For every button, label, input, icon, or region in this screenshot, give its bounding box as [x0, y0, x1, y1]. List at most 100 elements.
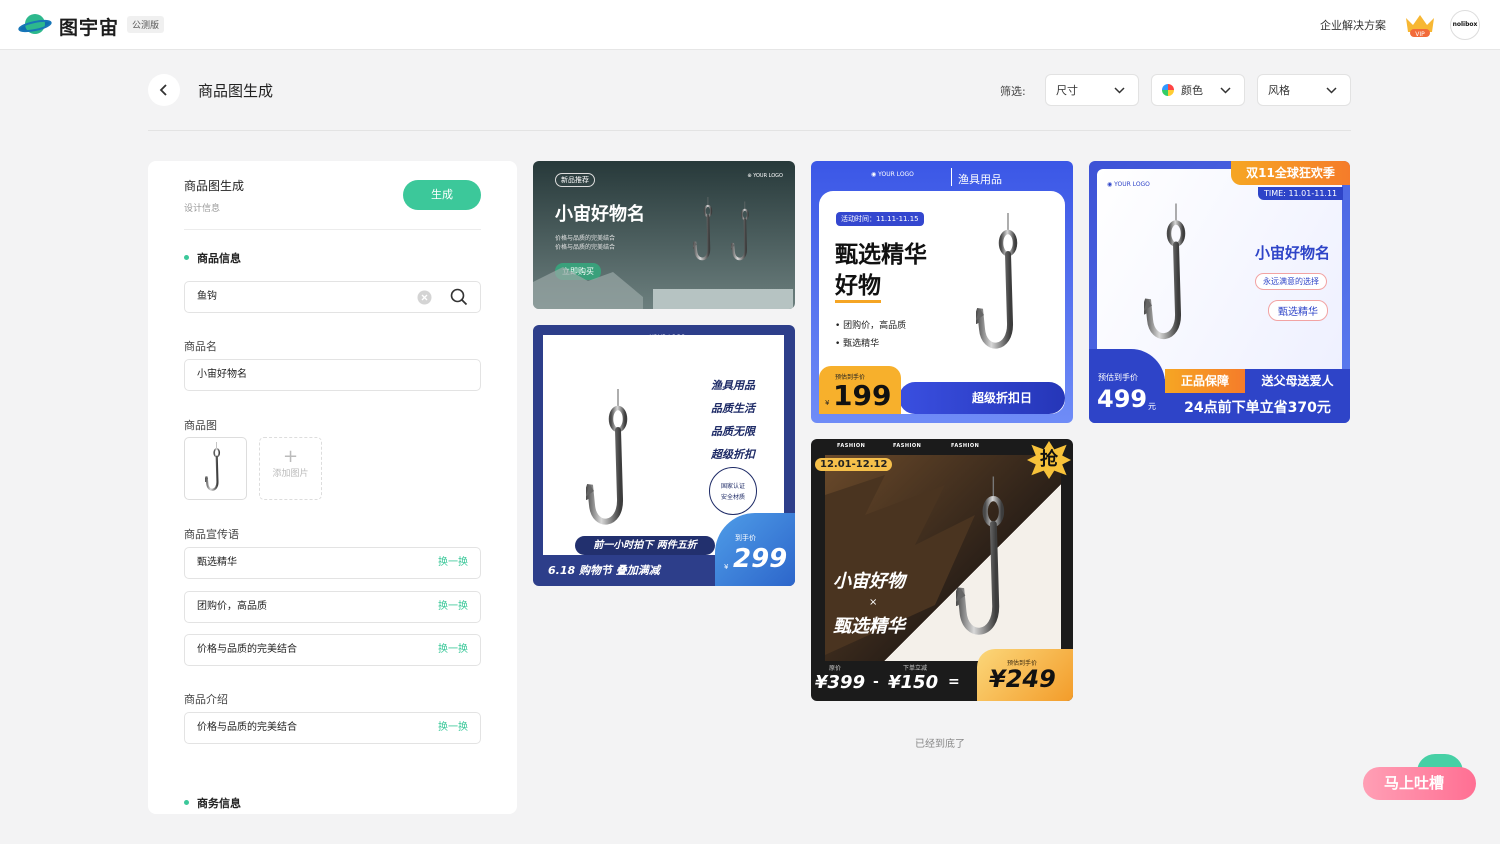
swap-button[interactable]: 换一换	[438, 635, 468, 665]
discount-label: 下单立减	[903, 665, 928, 672]
slogan-input-3[interactable]: 价格与品质的完美结合 换一换	[184, 634, 481, 666]
plus-icon: +	[282, 446, 299, 467]
slogan-input-2[interactable]: 团购价，高品质 换一换	[184, 591, 481, 623]
original-price-label: 原价	[829, 665, 842, 672]
minus-sign: -	[873, 674, 879, 690]
style-filter-select[interactable]: 风格	[1257, 74, 1351, 106]
beta-badge: 公测版	[127, 16, 165, 33]
enterprise-solutions-link[interactable]: 企业解决方案	[1320, 17, 1386, 33]
card-title: 小宙好物名	[555, 204, 645, 225]
brand-logo: ◉ YOUR LOGO	[642, 334, 686, 341]
price: 499	[1097, 385, 1148, 413]
double11-ribbon: 双11全球狂欢季	[1231, 161, 1350, 185]
price-label: 到手价	[735, 534, 756, 542]
price: 299	[733, 544, 788, 574]
price-unit: 元	[1148, 402, 1156, 411]
seal-line-1: 国家认证	[720, 483, 745, 490]
fishhook-image	[693, 195, 750, 261]
original-price: ¥399	[815, 672, 866, 693]
promo-banner: 前一小时拍下 两件五折	[575, 536, 715, 555]
clear-icon[interactable]	[417, 290, 432, 305]
slogan-input-1[interactable]: 甄选精华 换一换	[184, 547, 481, 579]
product-image-label: 商品图	[184, 419, 217, 432]
style-filter-label: 风格	[1268, 84, 1290, 97]
feature-line: 品质生活	[711, 402, 755, 415]
headline-2: 甄选精华	[833, 616, 905, 637]
design-info-panel: 商品图生成 设计信息 生成 商品信息 鱼钩 商品名 小宙好物名 商品图 + 添加图…	[148, 161, 517, 814]
search-icon[interactable]	[450, 288, 468, 306]
new-arrival-tag: 新品推荐	[555, 173, 595, 187]
swap-button[interactable]: 换一换	[438, 713, 468, 743]
product-name-input[interactable]: 小宙好物名	[184, 359, 481, 391]
end-of-list-text: 已经到底了	[915, 739, 965, 750]
add-image-label: 添加图片	[272, 469, 309, 479]
date-badge: 12.01-12.12	[815, 458, 893, 471]
panel-divider	[184, 229, 481, 230]
brand-logo-text: YOUR LOGO	[753, 173, 783, 179]
product-image-thumbnail[interactable]	[184, 437, 247, 500]
gift-line: 送父母送爱人	[1245, 369, 1350, 393]
header-divider	[148, 130, 1351, 131]
feature-line: 品质无限	[711, 425, 755, 438]
slogan-text: 团购价，高品质	[197, 601, 267, 612]
section-business-info: 商务信息	[184, 795, 241, 811]
fashion-tag: FASHION	[951, 443, 980, 449]
page-title: 商品图生成	[198, 82, 274, 100]
planet-logo-icon[interactable]	[18, 11, 52, 39]
fishhook-image	[971, 209, 1041, 369]
color-filter-select[interactable]: 颜色	[1151, 74, 1245, 106]
intro-input[interactable]: 价格与品质的完美结合 换一换	[184, 712, 481, 744]
filter-label: 筛选:	[1000, 85, 1026, 98]
generate-button[interactable]: 生成	[403, 180, 481, 210]
swap-button[interactable]: 换一换	[438, 592, 468, 622]
grab-burst-badge: 抢	[1027, 441, 1071, 479]
swap-button[interactable]: 换一换	[438, 548, 468, 578]
final-price: ¥249	[989, 665, 1056, 693]
add-image-button[interactable]: + 添加图片	[259, 437, 322, 500]
price: 199	[833, 379, 892, 412]
size-filter-select[interactable]: 尺寸	[1045, 74, 1139, 106]
headline-1: 小宙好物	[833, 571, 905, 592]
result-card-4[interactable]: FASHION FASHION FASHION 12.01-12.12 抢 小宙…	[811, 439, 1073, 701]
fashion-tag: FASHION	[837, 443, 866, 449]
genuine-badge: 正品保障	[1165, 369, 1245, 393]
intro-label: 商品介绍	[184, 693, 228, 706]
feedback-button[interactable]: 马上吐槽	[1363, 767, 1476, 800]
user-avatar[interactable]: nolibox	[1450, 10, 1480, 40]
back-button[interactable]	[148, 74, 180, 106]
divider	[951, 168, 952, 186]
brand-logo-text: YOUR LOGO	[1114, 181, 1150, 188]
result-card-2[interactable]: ◉ YOUR LOGO 渔具用品 品质生活 品质无限 超级折扣 国家认证安全材质…	[533, 325, 795, 586]
slogan-text: 价格与品质的完美结合	[197, 644, 297, 655]
headline-1: 甄选精华	[835, 242, 927, 268]
app-name[interactable]: 图宇宙	[59, 13, 119, 40]
brand-logo-text: YOUR LOGO	[878, 171, 914, 178]
color-wheel-icon	[1162, 84, 1174, 96]
product-search-value: 鱼钩	[197, 291, 217, 302]
category-label: 渔具用品	[958, 173, 1002, 186]
intro-text: 价格与品质的完美结合	[197, 722, 297, 733]
feature-line: 渔具用品	[711, 379, 755, 392]
color-filter-label: 颜色	[1181, 84, 1203, 97]
activity-time: 活动时间：11.11-11.15	[836, 212, 924, 226]
headline-2: 好物	[835, 266, 881, 303]
chevron-down-icon	[1114, 87, 1125, 94]
vip-crown-icon[interactable]: VIP	[1404, 12, 1436, 38]
seal-line-2: 安全材质	[720, 494, 745, 501]
chevron-down-icon	[1220, 87, 1231, 94]
fishhook-image	[205, 442, 221, 491]
fishhook-image	[581, 365, 651, 565]
times-mark: ×	[869, 597, 878, 608]
product-search-input[interactable]: 鱼钩	[184, 281, 481, 313]
super-discount-banner: 超级折扣日	[899, 382, 1065, 414]
fashion-tag: FASHION	[893, 443, 922, 449]
result-card-1[interactable]: 新品推荐 ⊕ YOUR LOGO 小宙好物名 价格与品质的完美结合 价格与品质的…	[533, 161, 795, 309]
result-card-3[interactable]: ◉ YOUR LOGO 渔具用品 活动时间：11.11-11.15 甄选精华 好…	[811, 161, 1073, 423]
top-bar: 图宇宙 公测版 企业解决方案 VIP nolibox	[0, 0, 1500, 50]
tag-satisfaction: 永远满意的选择	[1255, 273, 1327, 290]
feature-list: 渔具用品 品质生活 品质无限 超级折扣	[711, 374, 755, 466]
panel-title: 商品图生成	[184, 179, 245, 193]
result-card-5[interactable]: 双11全球狂欢季 TIME: 11.01-11.11 ◉ YOUR LOGO 小…	[1089, 161, 1350, 423]
equals-sign: =	[948, 674, 960, 690]
product-name-label: 商品名	[184, 340, 217, 353]
